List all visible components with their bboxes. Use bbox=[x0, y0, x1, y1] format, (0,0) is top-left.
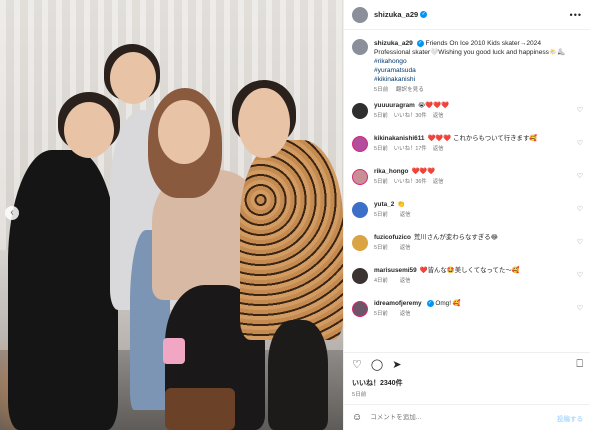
reply-button[interactable]: 返信 bbox=[433, 179, 444, 185]
reply-button[interactable]: 返信 bbox=[400, 278, 411, 284]
more-options-icon[interactable]: ••• bbox=[570, 10, 582, 20]
like-heart-icon[interactable]: ♡ bbox=[577, 238, 583, 246]
comment-time[interactable]: 5日前 bbox=[374, 212, 388, 218]
comment-text: 😭❤️❤️❤️ bbox=[417, 102, 450, 109]
post-side-panel: shizuka_a29 ✓ ••• shizuka_a29 ✓ Friends … bbox=[343, 0, 590, 430]
person-face bbox=[158, 100, 210, 164]
comment-time[interactable]: 5日前 bbox=[374, 311, 388, 317]
comment-likes[interactable]: いいね！30件 bbox=[394, 113, 427, 119]
share-icon[interactable]: ➤ bbox=[392, 358, 401, 371]
post-header: shizuka_a29 ✓ ••• bbox=[344, 0, 590, 30]
comment-icon[interactable]: ◯ bbox=[371, 358, 383, 371]
comment-item: idreamofjeremy ✓ Omg! 🥰 5日前 返信 ♡ bbox=[344, 299, 590, 332]
post-actions-bar: ♡ ◯ ➤ ⎕ bbox=[344, 352, 590, 376]
like-heart-icon[interactable]: ♡ bbox=[577, 172, 583, 180]
comment-username[interactable]: yuta_2 bbox=[374, 201, 394, 208]
comment-text: ❤️皆んな🤩美しくてなってた〜🥰 bbox=[419, 267, 520, 274]
comment-text: 👏 bbox=[397, 201, 406, 208]
comment-likes[interactable]: いいね！17件 bbox=[394, 146, 427, 152]
emoji-icon[interactable]: ☺ bbox=[352, 412, 362, 423]
caption-username[interactable]: shizuka_a29 bbox=[374, 40, 413, 47]
reply-button[interactable]: 返信 bbox=[433, 113, 444, 119]
comment-username[interactable]: marisusemi59 bbox=[374, 267, 417, 274]
post-photo[interactable]: ‹ bbox=[0, 0, 343, 430]
comment-item: yuuuuragram 😭❤️❤️❤️ 5日前 いいね！30件 返信 ♡ bbox=[344, 101, 590, 134]
comment-time[interactable]: 5日前 bbox=[374, 245, 388, 251]
comment-text: ❤️❤️❤️ これからもついて行きます🥰 bbox=[427, 135, 538, 142]
comment-item: rika_hongo ❤️❤️❤️ 5日前 いいね！36件 返信 ♡ bbox=[344, 167, 590, 200]
avatar[interactable] bbox=[352, 301, 368, 317]
avatar[interactable] bbox=[352, 39, 368, 55]
comment-username[interactable]: fuzicofuzico bbox=[374, 234, 411, 241]
person-leopard-jacket bbox=[240, 140, 343, 340]
avatar[interactable] bbox=[352, 268, 368, 284]
avatar[interactable] bbox=[352, 202, 368, 218]
hashtag-link[interactable]: #yuramatsuda bbox=[374, 66, 574, 75]
comment-input[interactable] bbox=[370, 414, 531, 421]
comment-likes[interactable]: いいね！36件 bbox=[394, 179, 427, 185]
comment-text: 荒川さんが変わらなすぎる😂 bbox=[413, 234, 499, 241]
comment-username[interactable]: kikinakanishi611 bbox=[374, 135, 424, 142]
comment-item: fuzicofuzico 荒川さんが変わらなすぎる😂 5日前 返信 ♡ bbox=[344, 233, 590, 266]
see-translation-link[interactable]: 翻訳を見る bbox=[396, 87, 424, 93]
caption-time[interactable]: 5日前 bbox=[374, 87, 388, 93]
like-heart-icon[interactable]: ♡ bbox=[577, 139, 583, 147]
comment-username[interactable]: yuuuuragram bbox=[374, 102, 415, 109]
comment-username[interactable]: idreamofjeremy bbox=[374, 300, 422, 307]
avatar[interactable] bbox=[352, 235, 368, 251]
comment-username[interactable]: rika_hongo bbox=[374, 168, 408, 175]
hashtag-link[interactable]: #rikahongo bbox=[374, 57, 574, 66]
like-heart-icon[interactable]: ♡ bbox=[352, 358, 362, 371]
reply-button[interactable]: 返信 bbox=[433, 146, 444, 152]
person-face bbox=[64, 102, 114, 158]
person-black-outfit bbox=[8, 150, 118, 430]
verified-badge-icon: ✓ bbox=[426, 299, 434, 307]
person-face bbox=[110, 52, 156, 104]
phone-pink bbox=[163, 338, 185, 364]
person-face bbox=[238, 88, 290, 158]
reply-button[interactable]: 返信 bbox=[400, 212, 411, 218]
person-dark-pants bbox=[268, 320, 328, 430]
avatar[interactable] bbox=[352, 103, 368, 119]
verified-badge-icon: ✓ bbox=[416, 39, 424, 47]
like-heart-icon[interactable]: ♡ bbox=[577, 271, 583, 279]
reply-button[interactable]: 返信 bbox=[400, 245, 411, 251]
bookmark-icon[interactable]: ⎕ bbox=[576, 358, 583, 371]
hashtag-link[interactable]: #kikinakanishi bbox=[374, 75, 574, 84]
comments-scroll[interactable]: shizuka_a29 ✓ Friends On Ice 2010 Kids s… bbox=[344, 31, 590, 349]
avatar[interactable] bbox=[352, 136, 368, 152]
comment-item: yuta_2 👏 5日前 返信 ♡ bbox=[344, 200, 590, 233]
carousel-prev-button[interactable]: ‹ bbox=[5, 206, 19, 220]
avatar[interactable] bbox=[352, 6, 368, 23]
like-heart-icon[interactable]: ♡ bbox=[577, 106, 583, 114]
post-comment-button[interactable]: 投稿する bbox=[557, 413, 583, 423]
comment-text: Omg! 🥰 bbox=[435, 300, 461, 307]
like-heart-icon[interactable]: ♡ bbox=[577, 304, 583, 312]
post-time[interactable]: 5日前 bbox=[352, 390, 366, 398]
add-comment-bar: ☺ 投稿する bbox=[344, 404, 590, 430]
comment-time[interactable]: 4日前 bbox=[374, 278, 388, 284]
comment-time[interactable]: 5日前 bbox=[374, 179, 388, 185]
comment-text: ❤️❤️❤️ bbox=[411, 168, 436, 175]
verified-badge-icon: ✓ bbox=[420, 11, 428, 18]
like-heart-icon[interactable]: ♡ bbox=[577, 205, 583, 213]
comment-item: kikinakanishi611 ❤️❤️❤️ これからもついて行きます🥰 5日前… bbox=[344, 134, 590, 167]
handbag bbox=[165, 388, 235, 430]
reply-button[interactable]: 返信 bbox=[400, 311, 411, 317]
comment-time[interactable]: 5日前 bbox=[374, 146, 388, 152]
comment-time[interactable]: 5日前 bbox=[374, 113, 388, 119]
post-caption: shizuka_a29 ✓ Friends On Ice 2010 Kids s… bbox=[344, 31, 590, 101]
avatar[interactable] bbox=[352, 169, 368, 185]
like-count[interactable]: いいね！2340件 bbox=[352, 378, 403, 388]
post-username[interactable]: shizuka_a29 bbox=[374, 10, 418, 19]
comment-item: marisusemi59 ❤️皆んな🤩美しくてなってた〜🥰 4日前 返信 ♡ bbox=[344, 266, 590, 299]
